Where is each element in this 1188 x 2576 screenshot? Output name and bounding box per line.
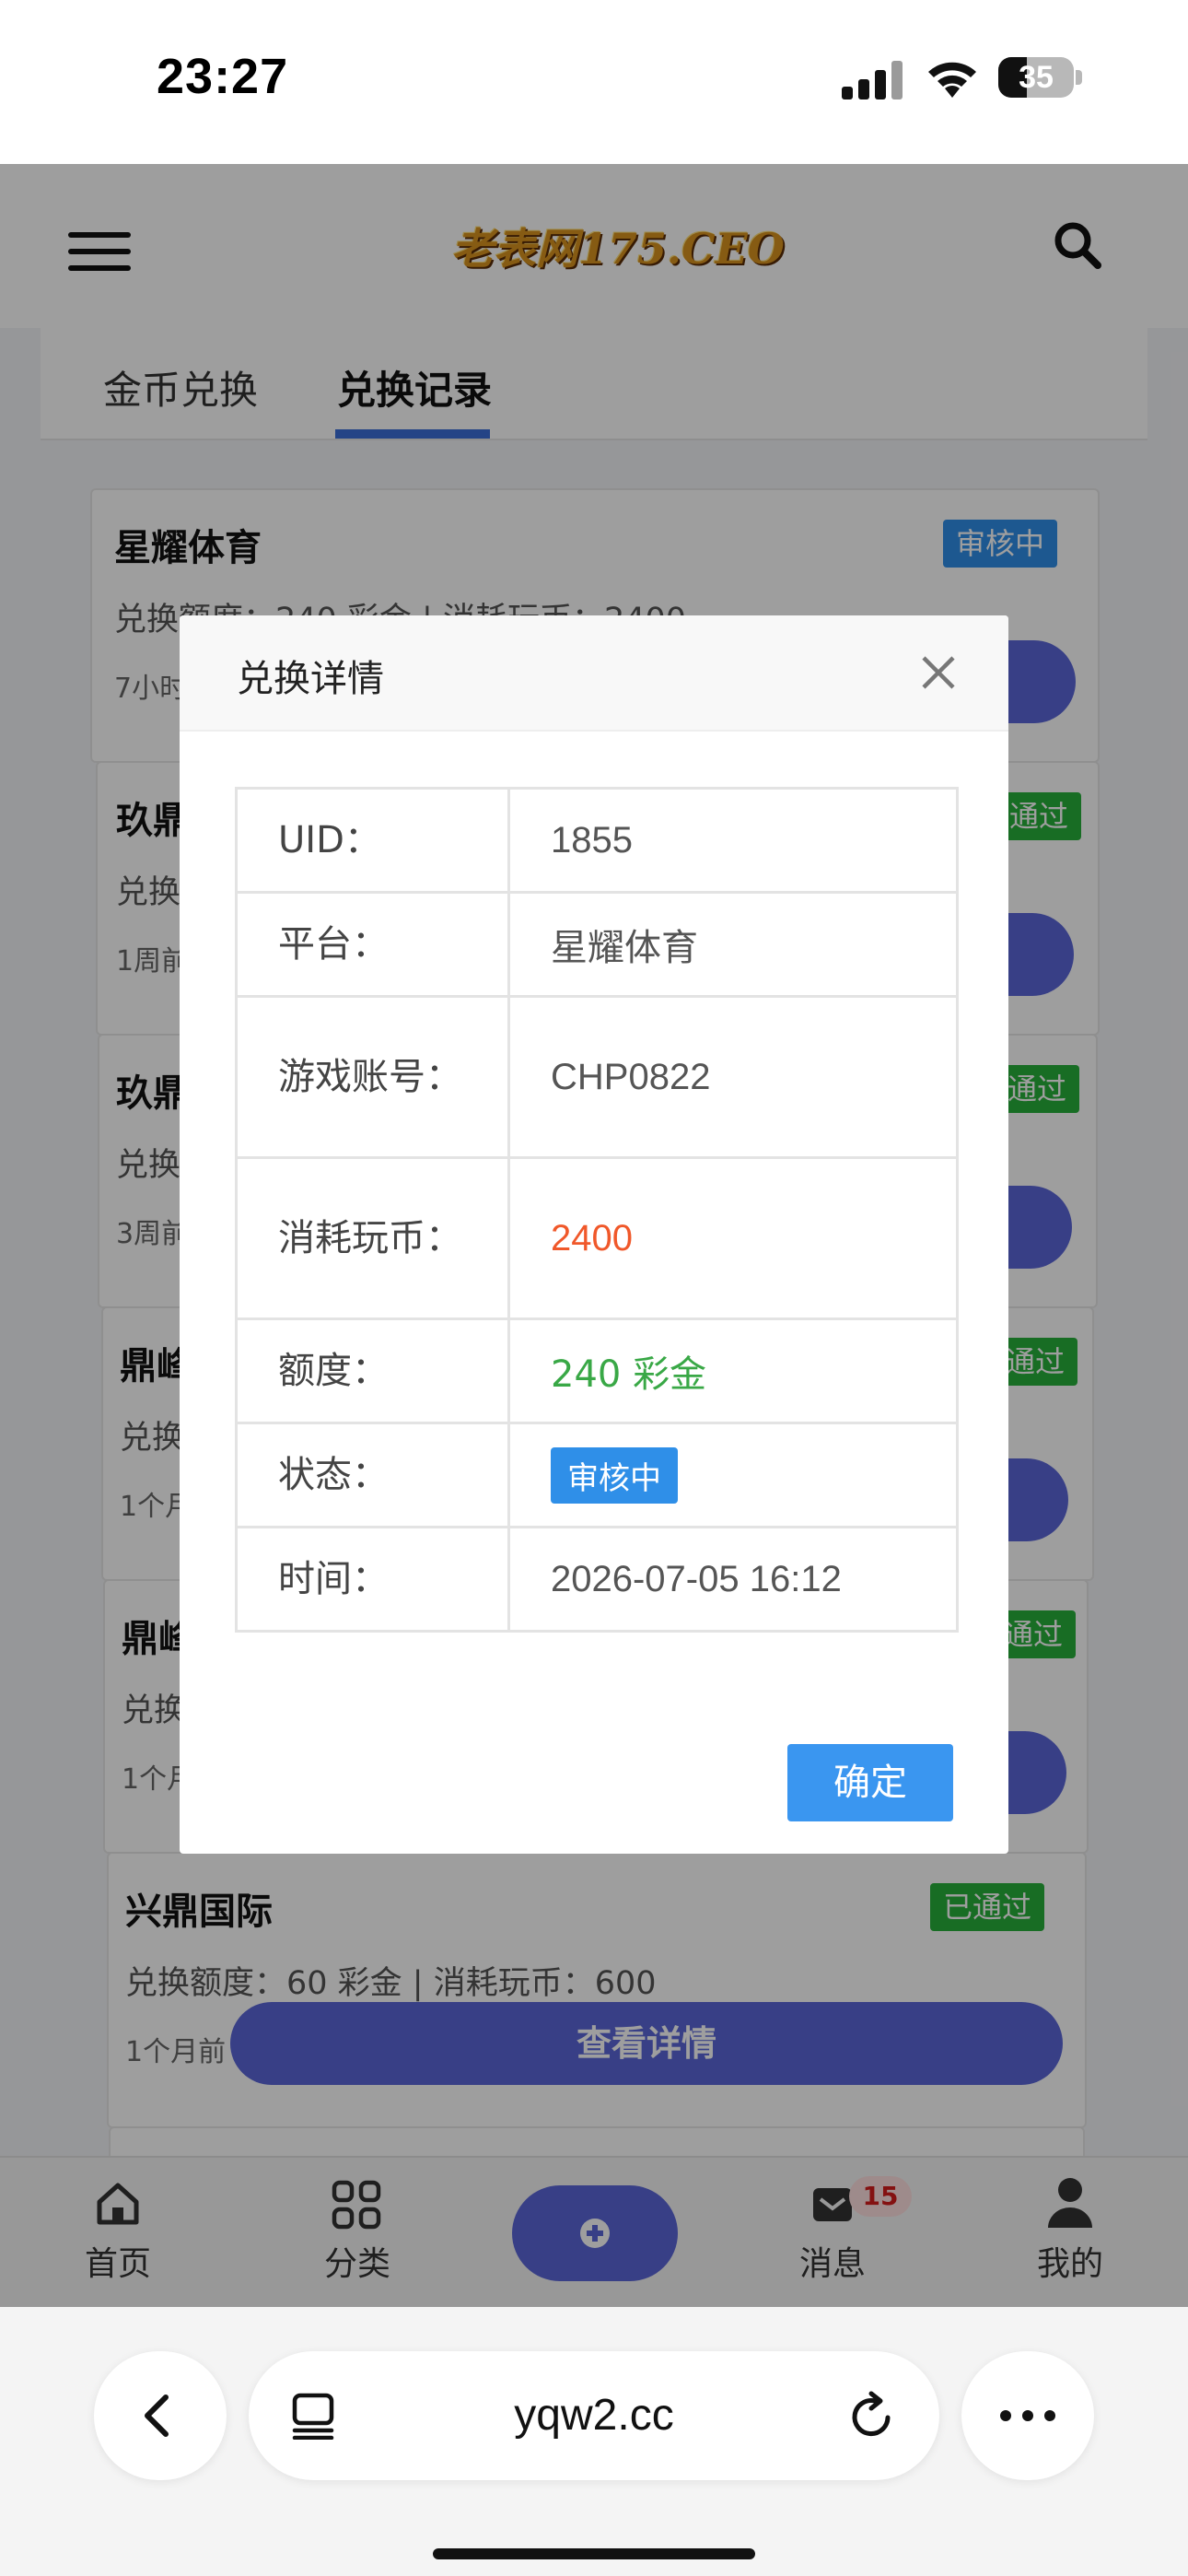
url-text[interactable]: yqw2.cc (249, 2351, 939, 2480)
wifi-icon (928, 62, 976, 98)
detail-row-coins: 消耗玩币： 2400 (238, 1156, 956, 1317)
coins-spent-label: 消耗玩币： (238, 1159, 510, 1317)
back-button[interactable] (94, 2351, 227, 2480)
status-badge: 审核中 (551, 1446, 678, 1504)
platform-label: 平台： (238, 894, 510, 995)
status-label: 状态： (238, 1424, 510, 1526)
time-label: 时间： (238, 1528, 510, 1630)
close-icon[interactable] (918, 652, 959, 693)
platform-value: 星耀体育 (551, 928, 698, 968)
game-account-label: 游戏账号： (238, 998, 510, 1156)
detail-row-time: 时间： 2026-07-05 16:12 (238, 1526, 956, 1630)
battery-tip (1076, 70, 1082, 85)
modal-title: 兑换详情 (237, 658, 384, 700)
more-button[interactable] (961, 2351, 1094, 2480)
reload-icon[interactable] (847, 2390, 899, 2441)
game-account-value: CHP0822 (551, 1056, 711, 1097)
battery-level: 35 (1019, 60, 1054, 95)
amount-value: 240 彩金 (551, 1353, 707, 1396)
detail-row-status: 状态： 审核中 (238, 1422, 956, 1526)
home-indicator (433, 2548, 755, 2559)
battery-icon: 35 (998, 57, 1074, 98)
address-bar[interactable]: yqw2.cc (249, 2351, 939, 2480)
chevron-left-icon (145, 2395, 169, 2437)
detail-table: UID： 1855 平台： 星耀体育 游戏账号： CHP0822 消耗玩币： 2… (235, 787, 959, 1633)
uid-value: 1855 (551, 819, 633, 861)
detail-row-platform: 平台： 星耀体育 (238, 891, 956, 995)
time-value: 2026-07-05 16:12 (551, 1558, 842, 1599)
detail-row-uid: UID： 1855 (238, 790, 956, 891)
more-dots-icon (1000, 2410, 1055, 2421)
detail-row-account: 游戏账号： CHP0822 (238, 995, 956, 1156)
exchange-detail-modal: 兑换详情 UID： 1855 平台： 星耀体育 游戏账号： CHP0822 消耗… (180, 615, 1008, 1854)
coins-spent-value: 2400 (551, 1217, 633, 1259)
detail-row-amount: 额度： 240 彩金 (238, 1317, 956, 1422)
status-time: 23:27 (157, 49, 289, 104)
status-cell: 审核中 (510, 1424, 956, 1526)
confirm-button[interactable]: 确定 (787, 1744, 953, 1821)
uid-label: UID： (238, 790, 510, 891)
amount-label: 额度： (238, 1320, 510, 1422)
